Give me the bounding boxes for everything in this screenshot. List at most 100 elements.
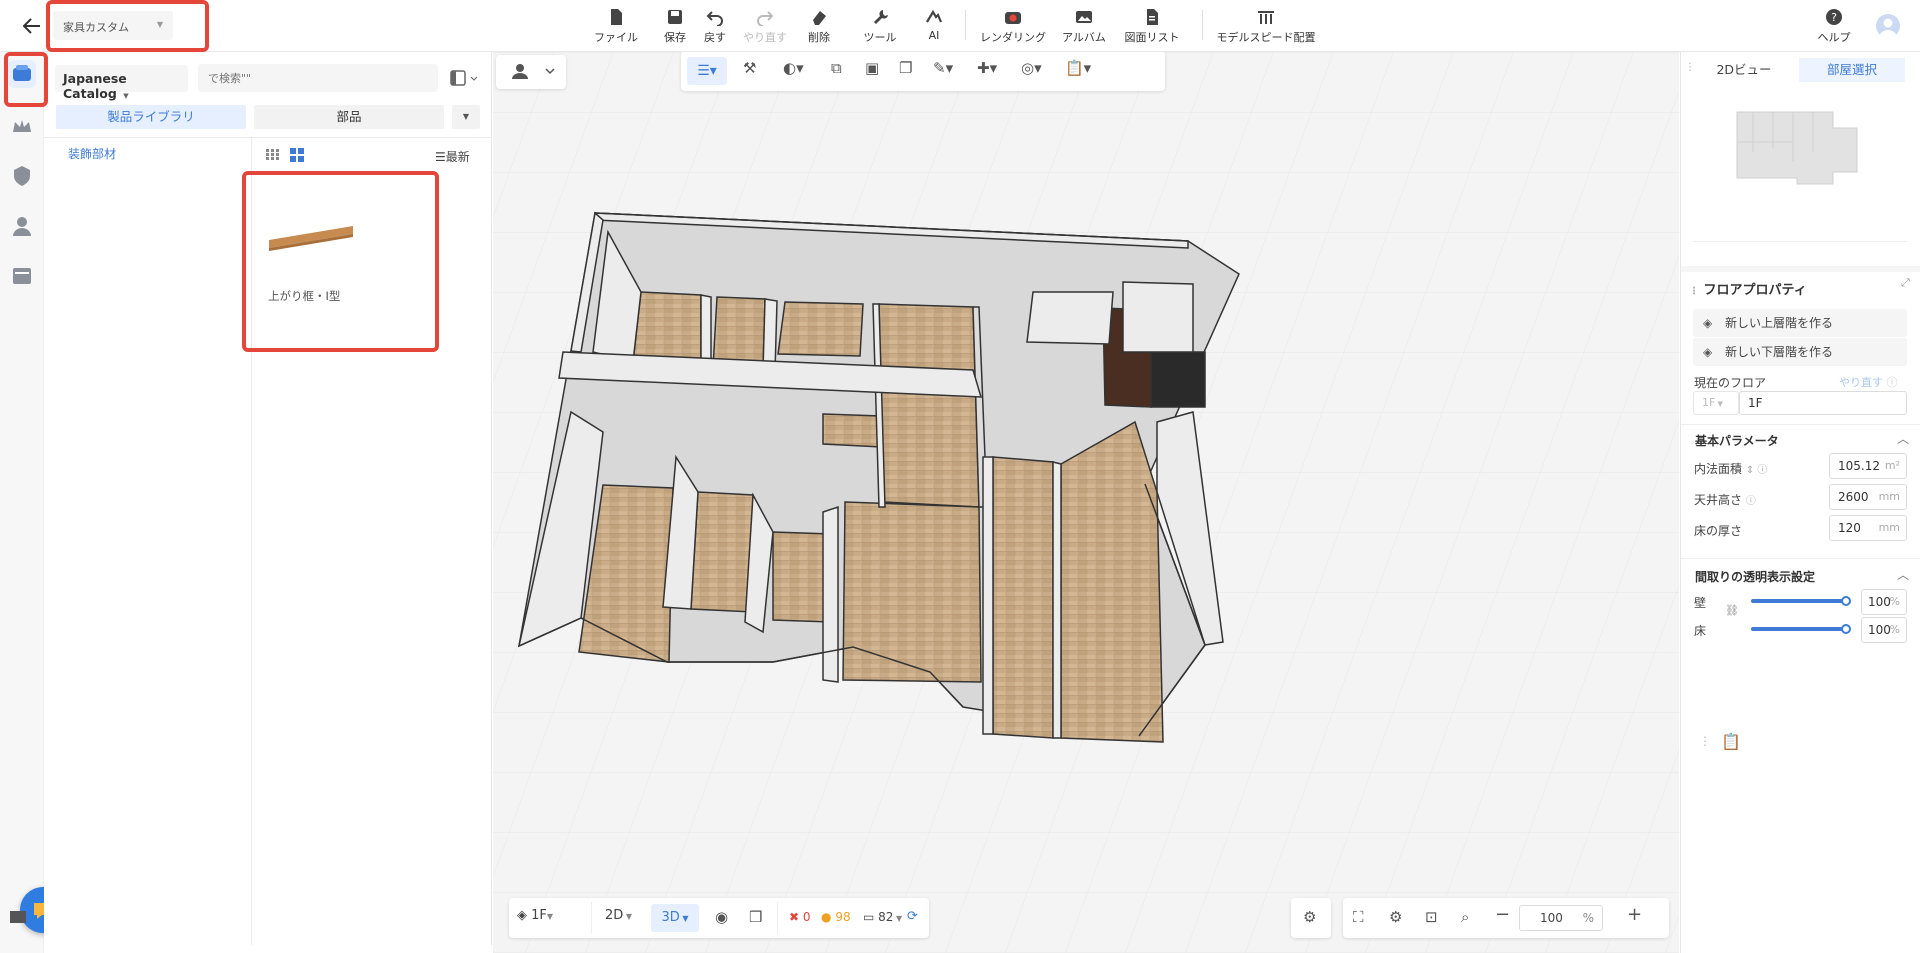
box-view-icon[interactable]: ❒ — [749, 908, 762, 926]
back-arrow-icon[interactable] — [20, 14, 44, 38]
floor-name-field[interactable]: 1F — [1739, 391, 1907, 415]
link-icon[interactable]: ⛓ — [1725, 604, 1739, 617]
model-speed-label: モデルスピード配置 — [1216, 31, 1316, 44]
fit-view-icon[interactable]: ⛶ — [1353, 908, 1364, 926]
ceiling-label: 天井高さ ⓘ — [1694, 491, 1756, 508]
section-divider — [1681, 266, 1920, 272]
new-lower-floor-button[interactable]: ◈ 新しい下層階を作る — [1693, 338, 1907, 366]
zoom-field[interactable]: 100 % — [1519, 905, 1603, 931]
mode-3d-button[interactable]: 3D ▼ — [651, 904, 699, 932]
3d-viewport[interactable]: ☰▾ ⚒ ◐▾ ⧉ ▣ ❐ ✎▾ ✚▾ ◎▾ 📋▾ ◈ 1F▼ 2D ▼ 3D … — [493, 52, 1679, 953]
catalog-label: Japanese Catalog — [63, 71, 127, 101]
zoom-in-button[interactable]: + — [1627, 904, 1642, 925]
clipboard-icon[interactable]: 📋▾ — [1065, 59, 1091, 77]
layers-icon: ◈ — [517, 908, 527, 923]
undo-button[interactable]: 戻す — [700, 8, 730, 45]
sync-icon[interactable]: ⟳ — [907, 909, 918, 924]
mirror-icon[interactable]: ⧉ — [831, 59, 842, 77]
wall-unit: % — [1889, 595, 1900, 608]
expand-icon[interactable]: ⤢ — [1901, 276, 1910, 290]
avatar[interactable] — [1876, 14, 1900, 38]
file-button[interactable]: ファイル — [594, 8, 638, 45]
tab-parts[interactable]: 部品 — [254, 105, 444, 129]
wall-slider-knob[interactable] — [1841, 596, 1851, 606]
zoom-area-icon[interactable]: ⌕ — [1461, 908, 1469, 926]
mode-2d-label: 2D — [605, 908, 624, 923]
search-input[interactable] — [198, 64, 438, 92]
clipboard-icon[interactable]: 📋 — [1721, 732, 1741, 751]
crown-icon[interactable] — [10, 114, 34, 138]
floor-slider-knob[interactable] — [1841, 624, 1851, 634]
tab-2d-view[interactable]: 2Dビュー — [1691, 58, 1797, 82]
select-tool-icon[interactable]: ☰▾ — [687, 57, 727, 85]
floor-thickness-label: 床の厚さ — [1694, 524, 1743, 538]
collapse-icon[interactable]: ︿ — [1897, 566, 1909, 583]
collapse-icon[interactable]: ︿ — [1897, 430, 1909, 447]
rendering-button[interactable]: レンダリング — [980, 8, 1046, 45]
floor-select-dropdown[interactable]: 1F ▼ — [1693, 391, 1739, 415]
error-count[interactable]: ✖ 0 — [789, 910, 811, 924]
ai-button[interactable]: AI — [922, 8, 946, 42]
settings-toggle[interactable]: ⚙ — [1291, 898, 1331, 938]
wall-slider[interactable] — [1751, 599, 1845, 603]
focus-icon[interactable]: ⊡ — [1425, 908, 1438, 926]
top-toolbar: 家具カスタム ▼ ファイル 保存 戻す やり直す 削除 ツール AI レンダリン… — [0, 0, 1920, 52]
tab-room-select[interactable]: 部屋選択 — [1799, 58, 1905, 82]
ceiling-unit: mm — [1878, 490, 1900, 503]
area-field[interactable]: 105.12 m² — [1829, 453, 1907, 479]
measure-icon[interactable]: ✎▾ — [933, 59, 953, 77]
error-icon: ✖ — [789, 910, 800, 924]
toggle-icon: ⚙ — [1303, 908, 1317, 926]
table-icon[interactable] — [8, 907, 28, 927]
person-icon[interactable] — [10, 214, 34, 238]
tab-product-library[interactable]: 製品ライブラリ — [56, 105, 246, 129]
item-count[interactable]: ▭ 82 ▼ — [863, 910, 902, 924]
new-lower-floor-label: 新しい下層階を作る — [1725, 345, 1834, 359]
grid-small-icon[interactable] — [265, 148, 281, 162]
more-tabs-dropdown[interactable]: ▼ — [452, 105, 480, 129]
minimap-floorplan — [1736, 111, 1858, 185]
ceiling-height-field[interactable]: 2600 mm — [1829, 484, 1907, 510]
camera-view-selector[interactable] — [496, 55, 566, 89]
badge-icon[interactable] — [10, 164, 34, 188]
chevron-down-icon: ▼ — [123, 92, 129, 100]
floor-slider[interactable] — [1751, 627, 1845, 631]
drag-handle-icon[interactable]: ⋮ — [1699, 734, 1711, 748]
group-icon[interactable]: ▣ — [865, 59, 879, 77]
category-item-decor[interactable]: 装飾部材 — [68, 145, 116, 162]
mode-2d-button[interactable]: 2D ▼ — [605, 908, 632, 923]
floor-thickness-field[interactable]: 120 mm — [1829, 515, 1907, 541]
floor-selector[interactable]: ◈ 1F▼ — [517, 908, 553, 923]
grid-large-icon[interactable] — [290, 148, 304, 162]
wall-percent-field[interactable]: 100 % — [1861, 589, 1907, 615]
area-unit: m² — [1884, 459, 1900, 472]
help-label: ヘルプ — [1817, 31, 1851, 44]
model-speed-button[interactable]: モデルスピード配置 — [1214, 8, 1318, 45]
cabinet-icon[interactable] — [10, 264, 34, 288]
sort-dropdown[interactable]: ☰最新 — [435, 148, 470, 165]
new-upper-floor-button[interactable]: ◈ 新しい上層階を作る — [1693, 309, 1907, 337]
layer-icon[interactable]: ❐ — [899, 59, 912, 77]
edit-toolbar: ☰▾ ⚒ ◐▾ ⧉ ▣ ❐ ✎▾ ✚▾ ◎▾ 📋▾ — [681, 52, 1165, 91]
eye-icon[interactable]: ◉ — [715, 908, 728, 926]
save-button[interactable]: 保存 — [660, 8, 690, 45]
redo-link[interactable]: やり直す ⓘ — [1839, 374, 1898, 390]
paint-roller-icon[interactable]: ⚒ — [743, 59, 756, 77]
puzzle-icon[interactable]: ✚▾ — [977, 59, 997, 77]
floor-percent-field[interactable]: 100 % — [1861, 617, 1907, 643]
layout-toggle-icon[interactable] — [450, 68, 480, 88]
minimap[interactable] — [1693, 92, 1907, 242]
catalog-dropdown[interactable]: Japanese Catalog ▼ — [55, 65, 188, 101]
view-settings-icon[interactable]: ⚙ — [1389, 908, 1402, 926]
chevron-down-icon: ▼ — [1715, 400, 1723, 408]
target-icon[interactable]: ◎▾ — [1021, 59, 1042, 77]
drawing-list-button[interactable]: 図面リスト — [1120, 8, 1184, 45]
material-icon[interactable]: ◐▾ — [783, 59, 804, 77]
redo-button[interactable]: やり直す — [740, 8, 790, 45]
album-button[interactable]: アルバム — [1062, 8, 1106, 45]
warning-count[interactable]: ● 98 — [821, 910, 851, 924]
zoom-out-button[interactable]: − — [1495, 904, 1510, 925]
help-button[interactable]: ? ヘルプ — [1816, 8, 1852, 45]
tools-button[interactable]: ツール — [862, 8, 898, 45]
delete-button[interactable]: 削除 — [802, 8, 836, 45]
